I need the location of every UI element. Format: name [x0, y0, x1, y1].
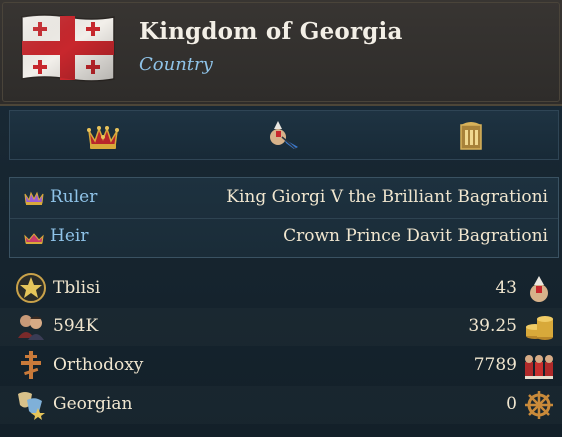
country-panel: Kingdom of Georgia Country Ruler King Gi… [0, 0, 562, 437]
population-value: 594K [53, 316, 99, 336]
income-value: 39.25 [468, 316, 517, 336]
ruler-label: Ruler [50, 187, 98, 207]
capital-star-icon [15, 272, 47, 304]
government-icon[interactable] [453, 119, 489, 153]
ruler-box: Ruler King Giorgi V the Brilliant Bagrat… [9, 177, 559, 258]
country-title: Kingdom of Georgia [139, 18, 403, 45]
army-icon [523, 350, 555, 382]
army-value: 7789 [473, 355, 517, 375]
capital-name: Tblisi [53, 278, 101, 298]
diplomats-value: 43 [495, 278, 517, 298]
heir-name: Crown Prince Davit Bagrationi [283, 226, 548, 246]
culture-row[interactable]: Georgian 0 [0, 386, 562, 424]
religion-name: Orthodoxy [53, 355, 144, 375]
heir-row[interactable]: Heir Crown Prince Davit Bagrationi [10, 218, 558, 256]
culture-masks-icon [15, 388, 47, 420]
diplomat-icon [523, 273, 555, 305]
country-type: Country [139, 54, 213, 75]
diplomat-icon[interactable] [266, 119, 302, 153]
flag-icon[interactable] [20, 13, 116, 83]
crown-icon[interactable] [85, 119, 121, 153]
ruler-row[interactable]: Ruler King Giorgi V the Brilliant Bagrat… [10, 179, 558, 217]
capital-row[interactable]: Tblisi 43 [0, 270, 562, 308]
ruler-name: King Giorgi V the Brilliant Bagrationi [226, 187, 548, 207]
population-icon [15, 310, 47, 342]
country-header: Kingdom of Georgia Country [0, 0, 562, 106]
population-row[interactable]: 594K 39.25 [0, 308, 562, 346]
heir-label: Heir [50, 226, 89, 246]
panel-tabs [9, 110, 559, 160]
religion-row[interactable]: Orthodoxy 7789 [0, 347, 562, 385]
navy-value: 0 [506, 394, 517, 414]
culture-name: Georgian [53, 394, 133, 414]
orthodox-cross-icon [15, 349, 47, 381]
gold-coins-icon [523, 311, 555, 343]
ship-wheel-icon [523, 389, 555, 421]
heir-coronet-icon [23, 228, 45, 246]
ruler-crown-icon [23, 189, 45, 207]
